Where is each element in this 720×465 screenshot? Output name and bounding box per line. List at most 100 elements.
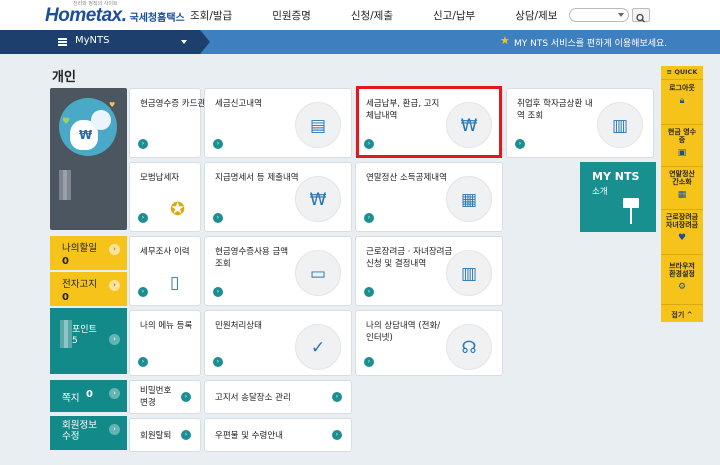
gear-icon: ⚙ [677,282,687,292]
signpost-pole [630,208,632,224]
nav-item-inquiry[interactable]: 조회/발급 [190,8,232,23]
mynts-notice: MY NTS 서비스를 편하게 이용해보세요. [514,39,668,49]
quick-earned-income[interactable]: 근로장려금 자녀장려금 [661,213,703,229]
mynts-menu[interactable]: MyNTS [0,30,210,54]
quick-year-end[interactable]: 연말정산 간소화 [661,170,703,186]
card-icon: ▭ [295,250,341,296]
mynts-bar: MyNTS ★ MY NTS 서비스를 편하게 이용해보세요. [0,30,720,54]
point-button[interactable]: 포인트 5 › [50,308,127,374]
arrow-right-icon: › [138,357,148,367]
card-title: 취업후 학자금상환 내역 조회 [517,99,593,121]
lock-icon: 🔒︎ [679,96,685,106]
todo-count: 0 [62,256,69,267]
profile-panel: ₩ ♥ ♥ [50,88,127,230]
divider [661,124,703,125]
search-button[interactable] [632,8,650,23]
notebook-icon: ▯ [170,273,180,293]
arrow-right-icon: › [138,213,148,223]
headset-icon: ☊ [446,324,492,370]
ebill-label: 전자고지 [62,279,97,290]
chevron-right-icon: › [109,334,120,345]
card-withdraw[interactable]: 회원탈퇴 › [129,418,201,452]
signpost-icon [623,198,639,208]
card-title: 세금신고내역 [215,99,262,109]
arrow-right-icon: › [364,213,374,223]
chevron-down-icon [181,40,187,44]
card-tax-report-history[interactable]: 세금신고내역 › ▤ [204,88,352,158]
chevron-right-icon: › [109,280,120,291]
card-cashreceipt-manage[interactable]: 현금영수증 카드관리 › [129,88,213,158]
won-icon: ₩ [79,128,93,142]
heart-icon: ♥ [677,233,687,243]
page-title: 개인 [52,70,76,85]
card-title: 우편물 및 수령안내 [215,431,283,441]
main-nav: 조회/발급 민원증명 신청/제출 신고/납부 상담/제보 [190,8,557,23]
top-header: Hometax. 국세청홈택스 진리와 정직의 사이트 조회/발급 민원증명 신… [0,0,720,30]
quick-browser-settings[interactable]: 브라우저 환경설정 [661,262,703,278]
arrow-right-icon: › [213,139,223,149]
mynts-card-title: MY NTS [592,170,640,183]
card-mail-guide[interactable]: 우편물 및 수령안내 › [204,418,352,452]
quick-menu: ≡ QUICK 로그아웃 🔒︎ 현금 영수증 ▣ 연말정산 간소화 ▦ 근로장려… [661,66,703,322]
card-title: 현금영수증사용 금액조회 [215,247,289,269]
card-change-password[interactable]: 비밀번호 변경 › [129,380,201,414]
book-icon: ▥ [446,250,492,296]
avatar: ₩ ♥ ♥ [59,98,117,156]
receipt-icon: ₩ [295,176,341,222]
tax-document-icon: ▤ [295,102,341,148]
memo-button[interactable]: 쪽지 0 › [50,380,127,412]
nav-item-filing[interactable]: 신고/납부 [433,8,475,23]
quick-logout[interactable]: 로그아웃 [661,84,703,92]
heart-icon: ♥ [109,101,116,109]
search-select[interactable] [569,8,629,22]
card-earned-income-credit[interactable]: 근로장려금 · 자녀장려금 신청 및 결정내역 › ▥ [355,236,503,306]
divider [661,166,703,167]
member-edit-button[interactable]: 회원정보 수정 › [50,416,127,450]
heart-icon: ♥ [62,117,71,127]
member-edit-label: 회원정보 수정 [62,420,97,442]
quick-collapse[interactable]: 접기 ^ [661,310,703,320]
card-delivery-address[interactable]: 고지서 송달장소 관리 › [204,380,352,414]
memo-count: 0 [86,389,93,400]
card-consult-history[interactable]: 나의 상담내역 (전화/인터넷) › ☊ [355,310,503,376]
star-icon: ★ [500,34,510,47]
card-model-taxpayer[interactable]: 모범납세자 › ✪ [129,162,201,232]
book-icon: ▥ [597,102,643,148]
highlight-box [356,86,502,158]
arrow-right-icon: › [332,430,342,440]
quick-cashreceipt[interactable]: 현금 영수증 [661,128,703,144]
card-my-menu[interactable]: 나의 메뉴 등록 › [129,310,201,376]
arrow-right-icon: › [213,287,223,297]
arrow-right-icon: › [332,392,342,402]
card-title: 고지서 송달장소 관리 [215,393,291,403]
nav-item-application[interactable]: 신청/제출 [351,8,393,23]
divider [661,254,703,255]
arrow-right-icon: › [364,287,374,297]
mynts-card-sub: 소개 [592,187,608,197]
ebill-count: 0 [62,292,69,303]
chevron-down-icon [618,13,624,17]
card-year-end-deduction[interactable]: 연말정산 소득공제내역 › ▦ [355,162,503,232]
card-title: 근로장려금 · 자녀장려금 신청 및 결정내역 [366,247,453,269]
card-payment-statement[interactable]: 지급명세서 등 제출내역 › ₩ [204,162,352,232]
card-cashreceipt-amount[interactable]: 현금영수증사용 금액조회 › ▭ [204,236,352,306]
memo-label: 쪽지 [62,393,80,404]
search-icon [636,13,645,23]
chevron-right-icon: › [109,244,120,255]
mynts-menu-label: MyNTS [75,35,110,46]
card-civil-status[interactable]: 민원처리상태 › ✓ [204,310,352,376]
arrow-right-icon: › [181,430,191,440]
face-icon [91,110,111,130]
logo-main-text: Hometax. [45,5,127,26]
mynts-intro-card[interactable]: MY NTS 소개 [580,162,656,232]
ebill-button[interactable]: 전자고지 0 › [50,272,127,306]
todo-button[interactable]: 나의할일 0 › [50,236,127,270]
nav-item-consult[interactable]: 상담/제보 [515,8,557,23]
card-student-loan[interactable]: 취업후 학자금상환 내역 조회 › ▥ [506,88,654,158]
nav-item-certificate[interactable]: 민원증명 [272,8,311,23]
card-tax-audit[interactable]: 세무조사 이력 › ▯ [129,236,201,306]
point-value: 5 [72,336,78,346]
card-title: 민원처리상태 [215,321,262,331]
chevron-right-icon: › [109,388,120,399]
point-label: 포인트 [72,325,97,335]
